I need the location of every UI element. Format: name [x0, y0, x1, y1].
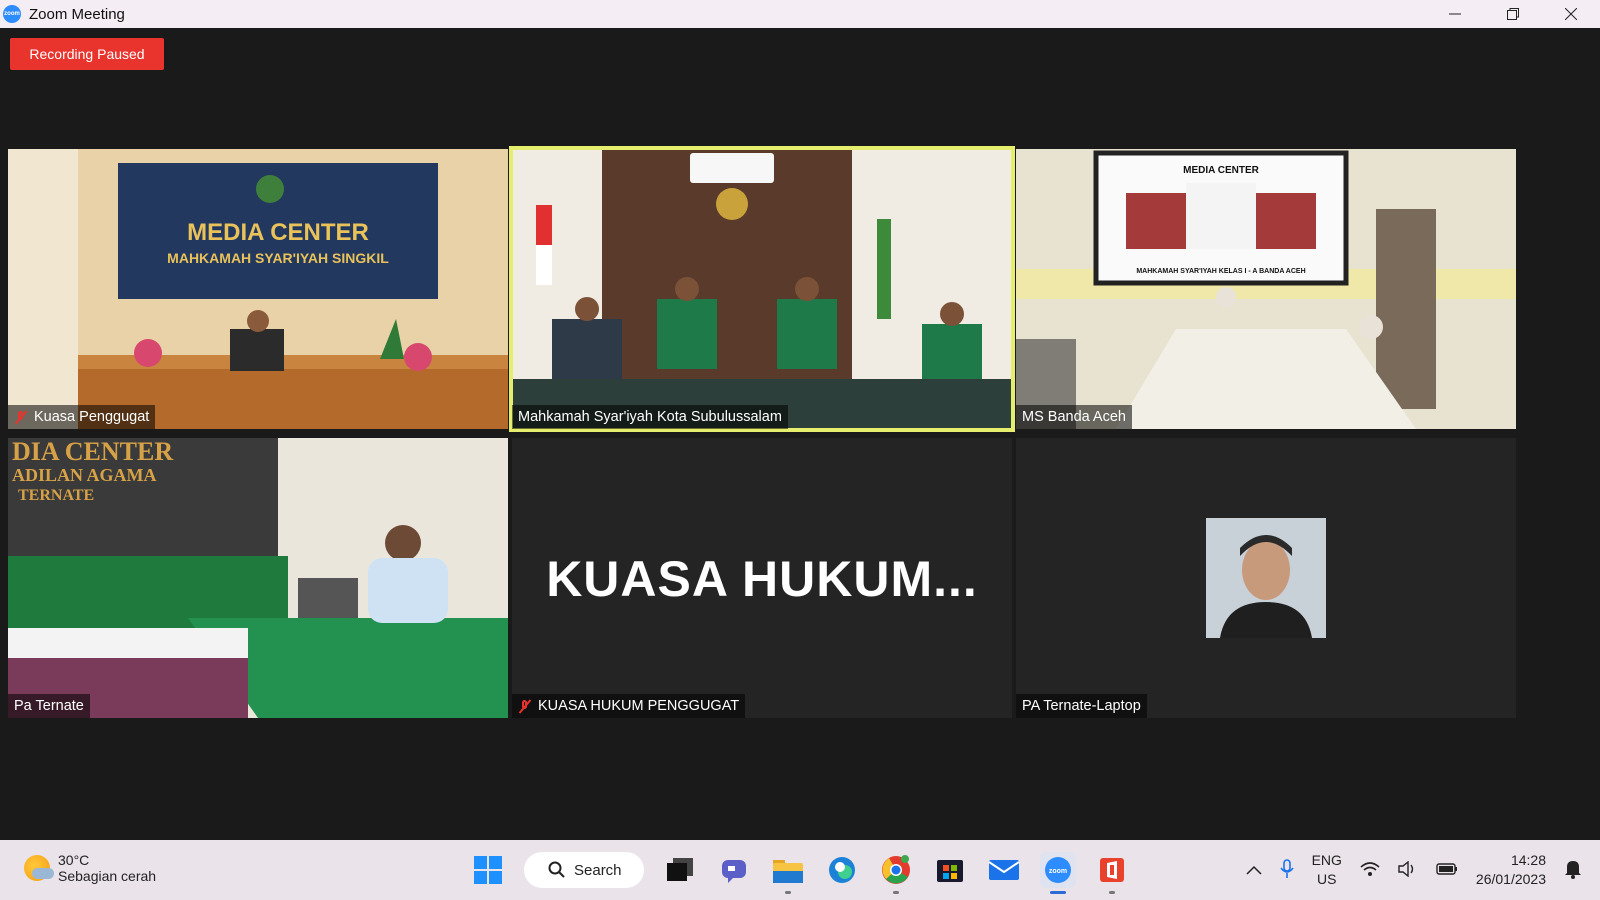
- mail-icon[interactable]: [986, 852, 1022, 888]
- banner-subtitle: ADILAN AGAMA: [12, 465, 157, 485]
- language-indicator[interactable]: ENG US: [1312, 851, 1342, 889]
- office-icon[interactable]: [1094, 852, 1130, 894]
- battery-icon[interactable]: [1436, 862, 1458, 879]
- participant-name: PA Ternate-Laptop: [1022, 698, 1141, 714]
- search-icon: [548, 861, 565, 878]
- svg-text:zoom: zoom: [1049, 868, 1067, 875]
- language-code: ENG: [1311, 852, 1342, 868]
- video-feed: [512, 149, 1012, 429]
- meeting-area: Recording Paused MEDIA CENTER MAHKAMAH S…: [0, 28, 1600, 840]
- participant-label: Pa Ternate: [8, 694, 90, 718]
- participant-label: Mahkamah Syar'iyah Kota Subulussalam: [512, 405, 788, 429]
- running-indicator: [1109, 891, 1115, 894]
- mic-muted-icon: [14, 410, 28, 424]
- notification-icon[interactable]: [1564, 859, 1582, 882]
- video-tile-kuasa-penggugat[interactable]: MEDIA CENTER MAHKAMAH SYAR'IYAH SINGKIL …: [8, 149, 508, 429]
- store-icon[interactable]: [932, 852, 968, 888]
- clock[interactable]: 14:28 26/01/2023: [1476, 851, 1546, 889]
- mic-muted-icon: [518, 699, 532, 713]
- restore-button[interactable]: [1484, 0, 1542, 28]
- volume-icon[interactable]: [1398, 860, 1418, 880]
- partly-sunny-icon: [24, 855, 54, 881]
- taskbar: 30°C Sebagian cerah Search zoom ENG US 1…: [0, 840, 1600, 900]
- running-indicator: [893, 891, 899, 894]
- participant-name: KUASA HUKUM PENGGUGAT: [538, 698, 740, 714]
- active-indicator: [1050, 891, 1066, 894]
- weather-widget[interactable]: 30°C Sebagian cerah: [24, 852, 156, 884]
- avatar: [1206, 518, 1326, 638]
- window-title: Zoom Meeting: [29, 5, 125, 23]
- task-view-icon[interactable]: [662, 852, 698, 888]
- close-button[interactable]: [1542, 0, 1600, 28]
- banner-title: MEDIA CENTER: [187, 219, 369, 246]
- participant-display-name: KUASA HUKUM...: [546, 551, 978, 607]
- system-tray: ENG US 14:28 26/01/2023: [1246, 850, 1582, 890]
- participant-name: MS Banda Aceh: [1022, 409, 1126, 425]
- minimize-button[interactable]: [1426, 0, 1484, 28]
- zoom-icon[interactable]: zoom: [1040, 852, 1076, 894]
- running-indicator: [785, 891, 791, 894]
- keyboard-region: US: [1317, 871, 1337, 887]
- taskbar-search[interactable]: Search: [524, 852, 644, 888]
- video-tile-kuasa-hukum-penggugat[interactable]: KUASA HUKUM... KUASA HUKUM PENGGUGAT: [512, 438, 1012, 718]
- video-tile-mahkamah-subulussalam[interactable]: Mahkamah Syar'iyah Kota Subulussalam: [509, 146, 1015, 432]
- zoom-app-icon: zoom: [3, 5, 21, 23]
- recording-paused-badge[interactable]: Recording Paused: [10, 38, 164, 70]
- participant-label: KUASA HUKUM PENGGUGAT: [512, 694, 746, 718]
- banner-subtitle: MAHKAMAH SYAR'IYAH KELAS I - A BANDA ACE…: [1136, 268, 1305, 275]
- title-bar: zoom Zoom Meeting: [0, 0, 1600, 28]
- participant-label: PA Ternate-Laptop: [1016, 694, 1147, 718]
- participant-name: Mahkamah Syar'iyah Kota Subulussalam: [518, 409, 782, 425]
- wifi-icon[interactable]: [1360, 861, 1380, 880]
- weather-temperature: 30°C: [58, 852, 90, 868]
- participant-label: MS Banda Aceh: [1016, 405, 1132, 429]
- clock-date: 26/01/2023: [1475, 871, 1546, 887]
- banner-title: MEDIA CENTER: [1183, 165, 1260, 176]
- teams-chat-icon[interactable]: [716, 852, 752, 888]
- window-controls: [1426, 0, 1600, 28]
- video-tile-ms-banda-aceh[interactable]: MEDIA CENTER MAHKAMAH SYAR'IYAH KELAS I …: [1016, 149, 1516, 429]
- chrome-icon[interactable]: [878, 852, 914, 894]
- video-tile-pa-ternate[interactable]: DIA CENTER ADILAN AGAMA TERNATE Pa Terna…: [8, 438, 508, 718]
- participant-name: Kuasa Penggugat: [34, 409, 150, 425]
- video-feed: MEDIA CENTER MAHKAMAH SYAR'IYAH KELAS I …: [1016, 149, 1516, 429]
- participant-label: Kuasa Penggugat: [8, 405, 156, 429]
- weather-description: Sebagian cerah: [58, 868, 157, 884]
- video-feed: MEDIA CENTER MAHKAMAH SYAR'IYAH SINGKIL: [8, 149, 508, 429]
- banner-title: DIA CENTER: [12, 438, 173, 466]
- microphone-icon[interactable]: [1279, 858, 1294, 882]
- participant-name: Pa Ternate: [14, 698, 84, 714]
- banner-subtitle: MAHKAMAH SYAR'IYAH SINGKIL: [167, 250, 389, 266]
- taskbar-apps: Search zoom: [470, 850, 1130, 894]
- windows-start-icon[interactable]: [470, 852, 506, 888]
- edge-icon[interactable]: [824, 852, 860, 888]
- video-feed: DIA CENTER ADILAN AGAMA TERNATE: [8, 438, 508, 718]
- banner-subtitle-2: TERNATE: [18, 487, 94, 504]
- search-label: Search: [574, 861, 622, 879]
- video-tile-pa-ternate-laptop[interactable]: PA Ternate-Laptop: [1016, 438, 1516, 718]
- clock-time: 14:28: [1510, 852, 1546, 868]
- file-explorer-icon[interactable]: [770, 852, 806, 894]
- chevron-up-icon[interactable]: [1246, 863, 1262, 878]
